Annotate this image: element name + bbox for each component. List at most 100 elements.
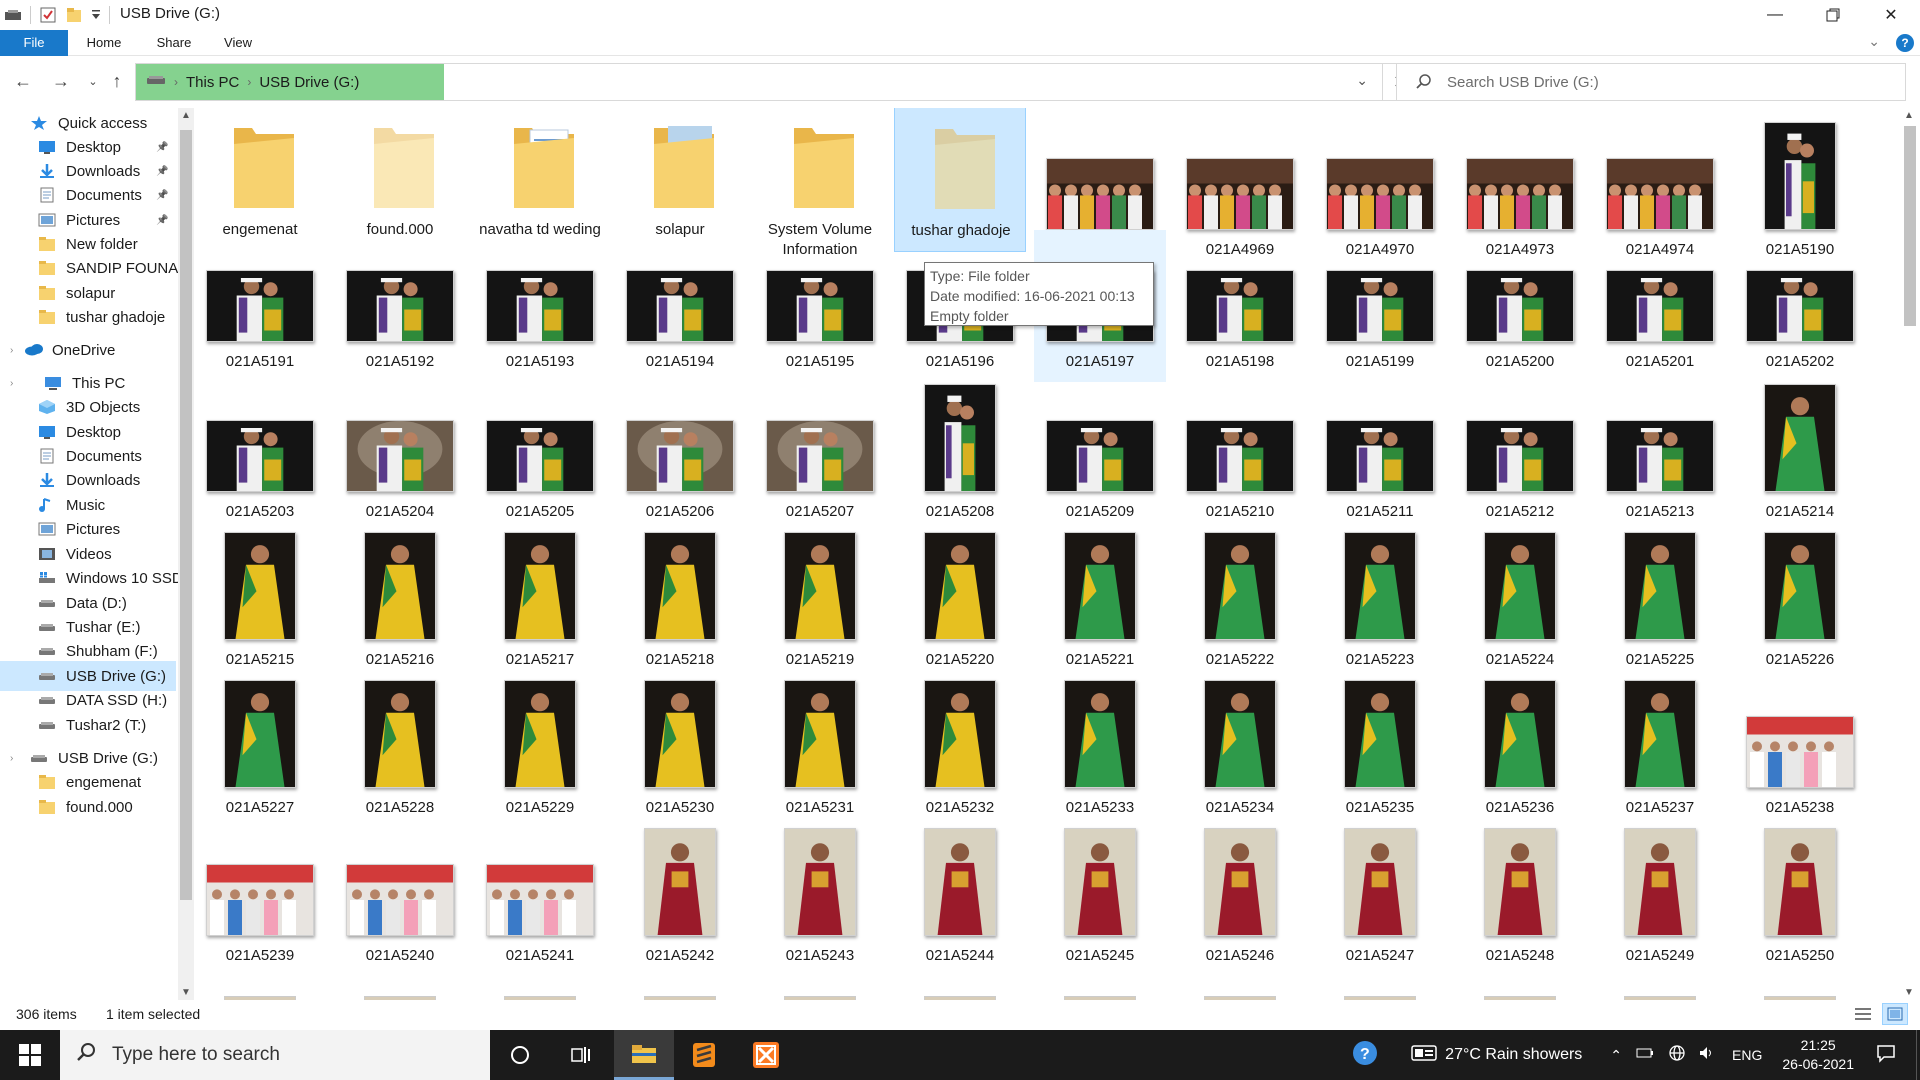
image-file-item[interactable]: 021A5217 (474, 508, 606, 668)
taskbar-search-input[interactable]: Type here to search (112, 1044, 280, 1066)
image-file-item[interactable]: 021A5208 (894, 360, 1026, 520)
expand-ribbon-icon[interactable]: ⌄ (1868, 33, 1880, 50)
image-file-item[interactable]: 021A5238 (1734, 656, 1866, 816)
image-file-item[interactable]: 021A5224 (1454, 508, 1586, 668)
weather-text[interactable]: 27°C Rain showers (1445, 1046, 1582, 1064)
image-file-item[interactable]: 021A5232 (894, 656, 1026, 816)
image-file-item[interactable]: 021A5245 (1034, 804, 1166, 964)
customize-toolbar-icon[interactable] (91, 6, 101, 24)
expand-chevron-icon[interactable]: › (10, 378, 13, 389)
battery-icon[interactable] (1636, 1046, 1654, 1064)
image-file-item[interactable]: 021A5235 (1314, 656, 1446, 816)
tab-view[interactable]: View (212, 30, 264, 56)
forward-button[interactable]: → (50, 70, 72, 92)
image-file-item[interactable]: 021A5230 (614, 656, 746, 816)
image-file-item[interactable]: 021A5241 (474, 804, 606, 964)
image-file-item[interactable]: 021A5233 (1034, 656, 1166, 816)
folder-item[interactable]: found.000 (334, 108, 466, 250)
image-file-item[interactable]: 021A5215 (196, 508, 326, 668)
image-file-item[interactable]: 021A4974 (1594, 108, 1726, 258)
minimize-button[interactable]: — (1746, 0, 1804, 30)
image-file-item[interactable]: 021A5231 (754, 656, 886, 816)
folder-item[interactable]: navatha td weding (474, 108, 606, 250)
image-file-item[interactable]: 021A4968 (1034, 108, 1166, 258)
input-language[interactable]: ENG (1732, 1047, 1762, 1063)
folder-item[interactable]: solapur (614, 108, 746, 250)
image-file-item[interactable]: 021A5225 (1594, 508, 1726, 668)
tab-home[interactable]: Home (78, 30, 130, 56)
image-file-item[interactable]: 021A5206 (614, 360, 746, 520)
content-scrollbar[interactable]: ▲ ▼ (1900, 108, 1920, 1000)
taskbar-search[interactable]: Type here to search (60, 1030, 490, 1080)
image-file-item[interactable]: 021A5207 (754, 360, 886, 520)
tab-share[interactable]: Share (148, 30, 200, 56)
up-button[interactable]: ↑ (106, 70, 128, 92)
scroll-down-icon[interactable]: ▼ (181, 987, 191, 998)
chevron-right-icon[interactable]: › (174, 75, 178, 89)
weather-icon[interactable] (1411, 1043, 1437, 1068)
image-file-item[interactable]: 021A5237 (1594, 656, 1726, 816)
clock[interactable]: 21:25 26-06-2021 (1782, 1036, 1854, 1074)
image-file-item[interactable]: 021A5248 (1454, 804, 1586, 964)
chevron-down-icon[interactable]: ⌄ (1356, 72, 1368, 89)
scroll-down-icon[interactable]: ▼ (1904, 987, 1914, 998)
notifications-icon[interactable] (1876, 1043, 1896, 1068)
breadcrumb-this-pc[interactable]: This PC (186, 74, 239, 91)
image-file-item[interactable]: 021A5190 (1734, 108, 1866, 258)
scroll-up-icon[interactable]: ▲ (181, 110, 191, 121)
start-button[interactable] (0, 1030, 60, 1080)
image-file-item[interactable]: 021A5216 (334, 508, 466, 668)
help-tips-icon[interactable]: ? (1351, 1039, 1379, 1072)
image-file-item[interactable]: 021A5250 (1734, 804, 1866, 964)
xampp-icon[interactable] (736, 1030, 796, 1080)
image-file-item[interactable]: 021A5222 (1174, 508, 1306, 668)
image-file-item[interactable]: 021A4969 (1174, 108, 1306, 258)
image-file-item[interactable]: 021A5220 (894, 508, 1026, 668)
image-file-item[interactable]: 021A5227 (196, 656, 326, 816)
task-view-icon[interactable] (550, 1030, 610, 1080)
content-scrollbar-thumb[interactable] (1904, 126, 1916, 326)
back-button[interactable]: ← (12, 70, 34, 92)
image-file-item[interactable]: 021A5247 (1314, 804, 1446, 964)
chevron-right-icon[interactable]: › (247, 75, 251, 89)
image-file-item[interactable]: 021A5239 (196, 804, 326, 964)
file-explorer-taskbar-icon[interactable] (614, 1030, 674, 1080)
nav-scrollbar[interactable]: ▲ ▼ (178, 108, 194, 1000)
nav-item-found-000[interactable]: found.000 (0, 792, 176, 822)
image-file-item[interactable]: 021A4970 (1314, 108, 1446, 258)
large-icons-view-icon[interactable] (1882, 1003, 1908, 1025)
help-icon[interactable]: ? (1896, 34, 1914, 52)
search-input[interactable]: Search USB Drive (G:) (1447, 74, 1599, 91)
image-file-item[interactable]: 021A5218 (614, 508, 746, 668)
folder-item[interactable]: System Volume Information (754, 108, 886, 258)
recent-locations-button[interactable]: ⌄ (82, 70, 104, 92)
image-file-item[interactable]: 021A5228 (334, 656, 466, 816)
image-file-item[interactable]: 021A5203 (196, 360, 326, 520)
image-file-item[interactable]: 021A5243 (754, 804, 886, 964)
image-file-item[interactable]: 021A5213 (1594, 360, 1726, 520)
sublime-text-icon[interactable] (674, 1030, 734, 1080)
image-file-item[interactable]: 021A5211 (1314, 360, 1446, 520)
image-file-item[interactable]: 021A5226 (1734, 508, 1866, 668)
image-file-item[interactable]: 021A5204 (334, 360, 466, 520)
image-file-item[interactable]: 021A5236 (1454, 656, 1586, 816)
image-file-item[interactable]: 021A5234 (1174, 656, 1306, 816)
image-file-item[interactable]: 021A4973 (1454, 108, 1586, 258)
tab-file[interactable]: File (0, 30, 68, 56)
image-file-item[interactable]: 021A5246 (1174, 804, 1306, 964)
properties-icon[interactable] (39, 6, 57, 24)
breadcrumb-usb-drive[interactable]: USB Drive (G:) (259, 74, 359, 91)
new-folder-icon[interactable] (65, 6, 83, 24)
image-file-item[interactable]: 021A5240 (334, 804, 466, 964)
volume-icon[interactable] (1698, 1045, 1716, 1066)
image-file-item[interactable]: 021A5210 (1174, 360, 1306, 520)
expand-chevron-icon[interactable]: › (10, 345, 13, 356)
network-icon[interactable] (1668, 1044, 1686, 1067)
image-file-item[interactable]: 021A5205 (474, 360, 606, 520)
address-bar[interactable]: › This PC › USB Drive (G:) ⌄ (135, 63, 1383, 101)
image-file-item[interactable]: 021A5229 (474, 656, 606, 816)
image-file-item[interactable]: 021A5214 (1734, 360, 1866, 520)
image-file-item[interactable]: 021A5212 (1454, 360, 1586, 520)
expand-chevron-icon[interactable]: › (10, 753, 13, 764)
image-file-item[interactable]: 021A5209 (1034, 360, 1166, 520)
